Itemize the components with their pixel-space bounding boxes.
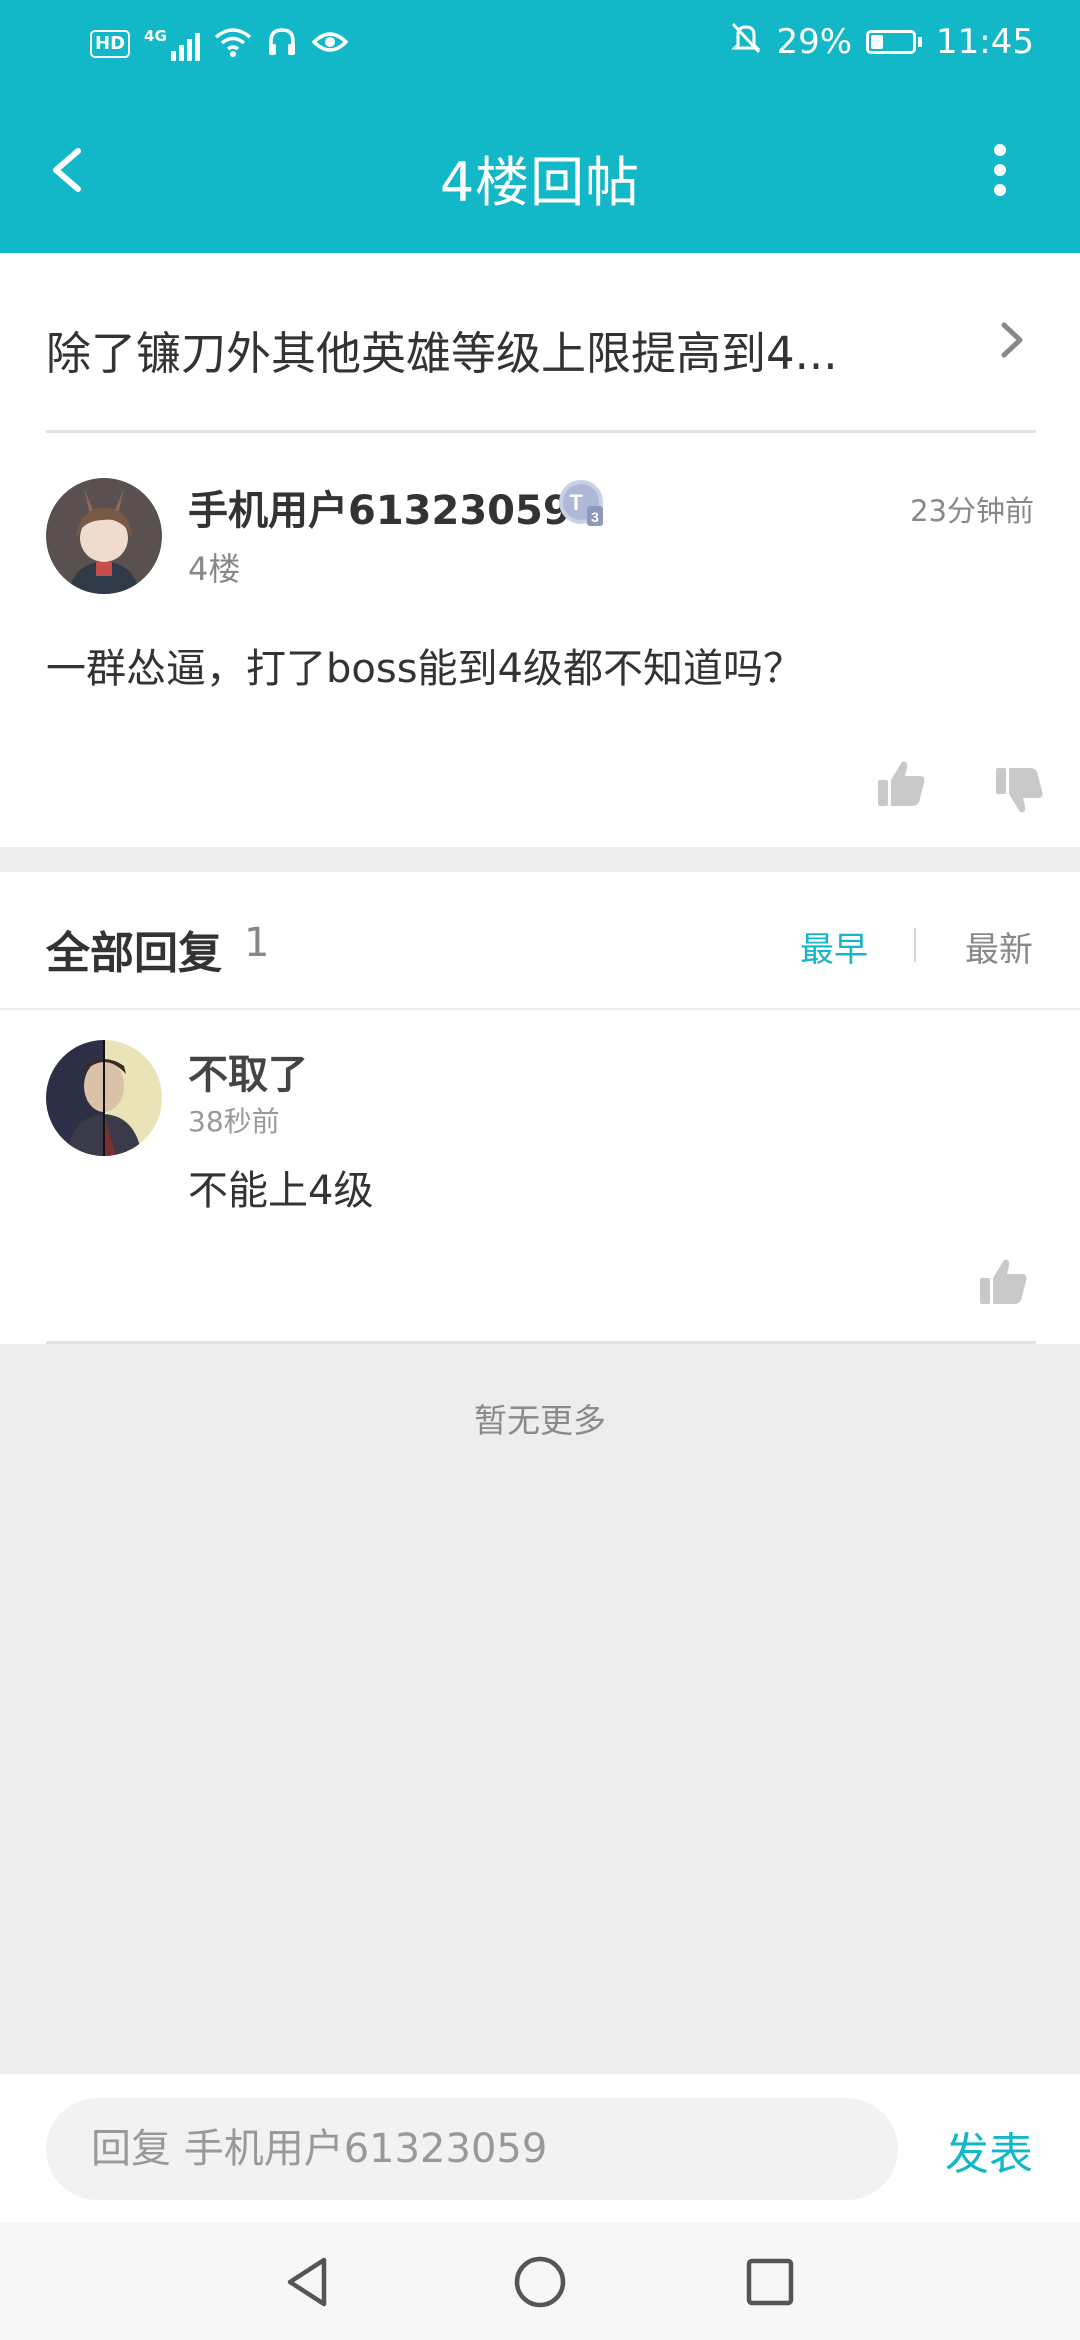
battery-icon xyxy=(866,30,923,54)
reply-composer: 发表 xyxy=(0,2074,1080,2222)
thread-title: 除了镰刀外其他英雄等级上限提高到4... xyxy=(46,327,838,380)
post-username[interactable]: 手机用户61323059 xyxy=(188,478,571,536)
more-vertical-icon xyxy=(994,144,1006,196)
replies-title: 全部回复 xyxy=(46,928,222,979)
status-right: 29% 11:45 xyxy=(730,22,1034,62)
network-type: 4G xyxy=(144,27,167,45)
headset-icon xyxy=(266,26,298,62)
end-of-list-text: 暂无更多 xyxy=(474,1401,606,1440)
avatar[interactable] xyxy=(46,478,162,594)
signal-icon: 4G xyxy=(144,27,200,61)
post-content: 一群怂逼，打了boss能到4级都不知道吗？ xyxy=(46,646,803,692)
divider xyxy=(46,1341,1036,1344)
eye-icon xyxy=(311,28,349,60)
mute-bell-icon xyxy=(730,21,762,64)
reply-time: 38秒前 xyxy=(188,1105,280,1138)
thread-link[interactable]: 除了镰刀外其他英雄等级上限提高到4... xyxy=(0,253,1080,431)
replies-count: 1 xyxy=(244,920,270,966)
divider xyxy=(46,430,1036,433)
level-badge-icon: T 3 xyxy=(557,478,607,528)
like-button[interactable] xyxy=(876,758,928,810)
replies-header: 全部回复 1 最早 最新 xyxy=(0,872,1080,1008)
square-recents-icon xyxy=(746,2258,794,2306)
like-button[interactable] xyxy=(978,1256,1030,1308)
badge-level: 3 xyxy=(591,509,599,525)
status-left: HD 4G xyxy=(90,24,349,64)
triangle-back-icon xyxy=(287,2257,327,2307)
wifi-icon xyxy=(214,26,252,62)
sort-earliest-tab[interactable]: 最早 xyxy=(800,922,868,971)
reply-content: 不能上4级 xyxy=(188,1168,374,1214)
badge-letter: T xyxy=(569,490,583,515)
thumbs-down-icon xyxy=(996,768,1043,813)
status-bar: HD 4G 29% 11:45 xyxy=(0,0,1080,85)
system-nav-bar xyxy=(0,2222,1080,2340)
post-floor: 4楼 xyxy=(188,550,241,588)
post-time: 23分钟前 xyxy=(910,494,1034,528)
nav-recents-button[interactable] xyxy=(742,2254,798,2310)
sort-newest-tab[interactable]: 最新 xyxy=(965,922,1033,971)
reply-input[interactable] xyxy=(46,2098,898,2200)
chevron-right-icon xyxy=(992,315,1032,365)
reply-username[interactable]: 不取了 xyxy=(188,1042,308,1100)
nav-back-button[interactable] xyxy=(280,2254,336,2310)
hd-icon: HD xyxy=(90,30,131,58)
clock: 11:45 xyxy=(936,22,1034,62)
nav-home-button[interactable] xyxy=(512,2254,568,2310)
thumbs-up-icon xyxy=(878,761,925,806)
more-button[interactable] xyxy=(975,140,1025,200)
reply-item: 不取了 38秒前 不能上4级 xyxy=(0,1010,1080,1344)
circle-home-icon xyxy=(514,2256,566,2308)
battery-percent: 29% xyxy=(776,22,853,62)
dislike-button[interactable] xyxy=(994,764,1046,816)
divider xyxy=(914,928,916,962)
avatar[interactable] xyxy=(46,1040,162,1156)
submit-button[interactable]: 发表 xyxy=(945,2118,1033,2182)
thumbs-up-icon xyxy=(980,1259,1027,1304)
page-title: 4楼回帖 xyxy=(439,151,641,214)
app-header: HD 4G 29% 11:45 4楼回帖 xyxy=(0,0,1080,253)
